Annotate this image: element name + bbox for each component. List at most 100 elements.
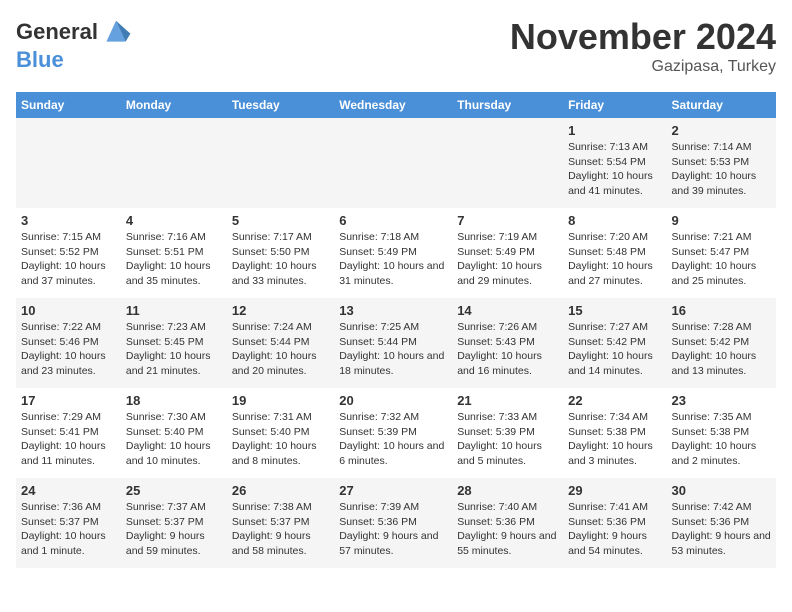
day-cell: 3Sunrise: 7:15 AMSunset: 5:52 PMDaylight… xyxy=(16,208,121,298)
weekday-header-saturday: Saturday xyxy=(667,92,776,118)
day-info: Sunrise: 7:28 AMSunset: 5:42 PMDaylight:… xyxy=(672,320,771,379)
day-number: 21 xyxy=(457,393,558,408)
page-header: General Blue November 2024 Gazipasa, Tur… xyxy=(16,16,776,76)
day-info: Sunrise: 7:14 AMSunset: 5:53 PMDaylight:… xyxy=(672,140,771,199)
day-number: 3 xyxy=(21,213,116,228)
day-info: Sunrise: 7:17 AMSunset: 5:50 PMDaylight:… xyxy=(232,230,329,289)
day-cell xyxy=(334,118,452,208)
weekday-header-thursday: Thursday xyxy=(452,92,563,118)
day-cell: 22 Sunrise: 7:34 AMSunset: 5:38 PMDayligh… xyxy=(563,388,666,478)
day-info: Sunrise: 7:20 AMSunset: 5:48 PMDaylight:… xyxy=(568,230,661,289)
day-info: Sunrise: 7:30 AMSunset: 5:40 PMDaylight:… xyxy=(126,410,222,469)
weekday-header-sunday: Sunday xyxy=(16,92,121,118)
day-cell: 27 Sunrise: 7:39 AMSunset: 5:36 PMDayligh… xyxy=(334,478,452,568)
day-cell: 16 Sunrise: 7:28 AMSunset: 5:42 PMDayligh… xyxy=(667,298,776,388)
day-number: 1 xyxy=(568,123,661,138)
day-number: 30 xyxy=(672,483,771,498)
day-info: Sunrise: 7:35 AMSunset: 5:38 PMDaylight:… xyxy=(672,410,771,469)
logo-icon xyxy=(100,16,132,48)
day-cell: 21 Sunrise: 7:33 AMSunset: 5:39 PMDayligh… xyxy=(452,388,563,478)
day-number: 17 xyxy=(21,393,116,408)
day-number: 7 xyxy=(457,213,558,228)
day-info: Sunrise: 7:39 AMSunset: 5:36 PMDaylight:… xyxy=(339,500,447,559)
day-number: 8 xyxy=(568,213,661,228)
day-info: Sunrise: 7:34 AMSunset: 5:38 PMDaylight:… xyxy=(568,410,661,469)
day-cell: 2Sunrise: 7:14 AMSunset: 5:53 PMDaylight… xyxy=(667,118,776,208)
day-info: Sunrise: 7:31 AMSunset: 5:40 PMDaylight:… xyxy=(232,410,329,469)
day-info: Sunrise: 7:22 AMSunset: 5:46 PMDaylight:… xyxy=(21,320,116,379)
day-info: Sunrise: 7:32 AMSunset: 5:39 PMDaylight:… xyxy=(339,410,447,469)
day-info: Sunrise: 7:21 AMSunset: 5:47 PMDaylight:… xyxy=(672,230,771,289)
day-cell: 25 Sunrise: 7:37 AMSunset: 5:37 PMDayligh… xyxy=(121,478,227,568)
day-info: Sunrise: 7:19 AMSunset: 5:49 PMDaylight:… xyxy=(457,230,558,289)
day-number: 14 xyxy=(457,303,558,318)
weekday-header-tuesday: Tuesday xyxy=(227,92,334,118)
day-number: 13 xyxy=(339,303,447,318)
day-number: 10 xyxy=(21,303,116,318)
day-info: Sunrise: 7:37 AMSunset: 5:37 PMDaylight:… xyxy=(126,500,222,559)
week-row-2: 3Sunrise: 7:15 AMSunset: 5:52 PMDaylight… xyxy=(16,208,776,298)
day-cell: 10 Sunrise: 7:22 AMSunset: 5:46 PMDayligh… xyxy=(16,298,121,388)
day-cell: 14Sunrise: 7:26 AMSunset: 5:43 PMDayligh… xyxy=(452,298,563,388)
day-cell: 15 Sunrise: 7:27 AMSunset: 5:42 PMDayligh… xyxy=(563,298,666,388)
day-number: 16 xyxy=(672,303,771,318)
day-cell: 4Sunrise: 7:16 AMSunset: 5:51 PMDaylight… xyxy=(121,208,227,298)
day-cell: 7 Sunrise: 7:19 AMSunset: 5:49 PMDaylight… xyxy=(452,208,563,298)
day-info: Sunrise: 7:24 AMSunset: 5:44 PMDaylight:… xyxy=(232,320,329,379)
day-info: Sunrise: 7:36 AMSunset: 5:37 PMDaylight:… xyxy=(21,500,116,559)
month-title: November 2024 xyxy=(510,16,776,58)
day-cell: 18 Sunrise: 7:30 AMSunset: 5:40 PMDayligh… xyxy=(121,388,227,478)
week-row-4: 17 Sunrise: 7:29 AMSunset: 5:41 PMDayligh… xyxy=(16,388,776,478)
day-info: Sunrise: 7:33 AMSunset: 5:39 PMDaylight:… xyxy=(457,410,558,469)
weekday-header-row: SundayMondayTuesdayWednesdayThursdayFrid… xyxy=(16,92,776,118)
day-number: 26 xyxy=(232,483,329,498)
day-cell: 12 Sunrise: 7:24 AMSunset: 5:44 PMDayligh… xyxy=(227,298,334,388)
day-cell: 28 Sunrise: 7:40 AMSunset: 5:36 PMDayligh… xyxy=(452,478,563,568)
day-cell: 8 Sunrise: 7:20 AMSunset: 5:48 PMDaylight… xyxy=(563,208,666,298)
day-cell: 17 Sunrise: 7:29 AMSunset: 5:41 PMDayligh… xyxy=(16,388,121,478)
day-number: 28 xyxy=(457,483,558,498)
day-number: 29 xyxy=(568,483,661,498)
week-row-5: 24 Sunrise: 7:36 AMSunset: 5:37 PMDayligh… xyxy=(16,478,776,568)
logo: General Blue xyxy=(16,16,134,72)
day-info: Sunrise: 7:18 AMSunset: 5:49 PMDaylight:… xyxy=(339,230,447,289)
day-cell xyxy=(121,118,227,208)
day-cell: 11 Sunrise: 7:23 AMSunset: 5:45 PMDayligh… xyxy=(121,298,227,388)
day-number: 15 xyxy=(568,303,661,318)
calendar-table: SundayMondayTuesdayWednesdayThursdayFrid… xyxy=(16,92,776,568)
day-number: 27 xyxy=(339,483,447,498)
day-info: Sunrise: 7:29 AMSunset: 5:41 PMDaylight:… xyxy=(21,410,116,469)
day-number: 22 xyxy=(568,393,661,408)
day-cell: 13 Sunrise: 7:25 AMSunset: 5:44 PMDayligh… xyxy=(334,298,452,388)
day-number: 18 xyxy=(126,393,222,408)
day-info: Sunrise: 7:40 AMSunset: 5:36 PMDaylight:… xyxy=(457,500,558,559)
day-cell: 19Sunrise: 7:31 AMSunset: 5:40 PMDayligh… xyxy=(227,388,334,478)
week-row-1: 1 Sunrise: 7:13 AMSunset: 5:54 PMDaylight… xyxy=(16,118,776,208)
day-cell: 9Sunrise: 7:21 AMSunset: 5:47 PMDaylight… xyxy=(667,208,776,298)
day-info: Sunrise: 7:27 AMSunset: 5:42 PMDaylight:… xyxy=(568,320,661,379)
weekday-header-friday: Friday xyxy=(563,92,666,118)
day-info: Sunrise: 7:13 AMSunset: 5:54 PMDaylight:… xyxy=(568,140,661,199)
day-info: Sunrise: 7:41 AMSunset: 5:36 PMDaylight:… xyxy=(568,500,661,559)
day-cell: 29 Sunrise: 7:41 AMSunset: 5:36 PMDayligh… xyxy=(563,478,666,568)
day-info: Sunrise: 7:42 AMSunset: 5:36 PMDaylight:… xyxy=(672,500,771,559)
day-number: 11 xyxy=(126,303,222,318)
day-cell: 1 Sunrise: 7:13 AMSunset: 5:54 PMDaylight… xyxy=(563,118,666,208)
day-info: Sunrise: 7:25 AMSunset: 5:44 PMDaylight:… xyxy=(339,320,447,379)
day-number: 24 xyxy=(21,483,116,498)
day-cell: 30 Sunrise: 7:42 AMSunset: 5:36 PMDayligh… xyxy=(667,478,776,568)
day-number: 25 xyxy=(126,483,222,498)
day-number: 12 xyxy=(232,303,329,318)
day-cell xyxy=(452,118,563,208)
day-cell xyxy=(227,118,334,208)
day-info: Sunrise: 7:38 AMSunset: 5:37 PMDaylight:… xyxy=(232,500,329,559)
day-cell: 20Sunrise: 7:32 AMSunset: 5:39 PMDayligh… xyxy=(334,388,452,478)
title-block: November 2024 Gazipasa, Turkey xyxy=(510,16,776,76)
weekday-header-monday: Monday xyxy=(121,92,227,118)
day-cell: 5Sunrise: 7:17 AMSunset: 5:50 PMDaylight… xyxy=(227,208,334,298)
day-info: Sunrise: 7:16 AMSunset: 5:51 PMDaylight:… xyxy=(126,230,222,289)
day-cell: 6 Sunrise: 7:18 AMSunset: 5:49 PMDaylight… xyxy=(334,208,452,298)
logo-text: General xyxy=(16,20,98,44)
day-info: Sunrise: 7:23 AMSunset: 5:45 PMDaylight:… xyxy=(126,320,222,379)
day-number: 6 xyxy=(339,213,447,228)
